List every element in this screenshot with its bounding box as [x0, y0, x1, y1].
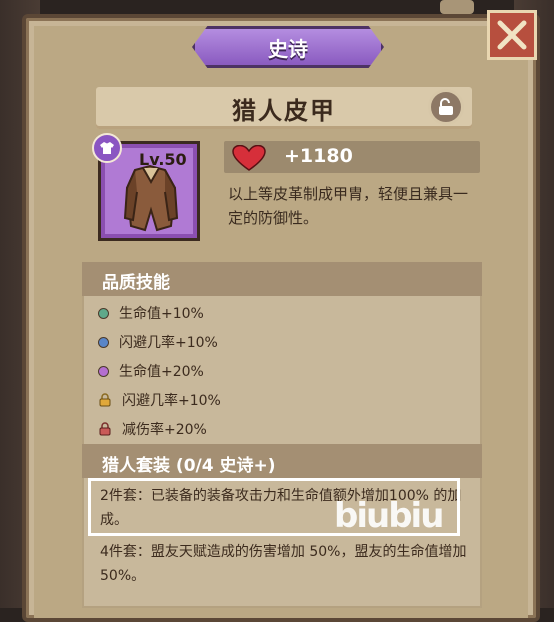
green-dot-icon [98, 307, 109, 319]
skill-label: 生命值+10% [119, 306, 204, 322]
skill-label: 闪避几率+10% [119, 335, 218, 351]
unlock-icon [439, 98, 453, 115]
skill-row: 闪避几率+10% [98, 331, 218, 353]
skill-label: 生命值+20% [119, 364, 204, 380]
watermark: biubiu [334, 496, 444, 536]
rarity-label: 史诗 [268, 36, 308, 61]
rarity-banner: 史诗 [192, 26, 384, 68]
skill-row: 闪避几率+10% [98, 389, 221, 411]
lock-toggle-button[interactable] [428, 89, 464, 125]
decorative-tab [440, 0, 474, 14]
skill-row: 生命值+20% [98, 360, 204, 382]
purple-dot-icon [98, 365, 109, 377]
skill-row: 生命值+10% [98, 302, 204, 324]
gold-lock-icon [99, 393, 111, 407]
blue-dot-icon [98, 336, 109, 348]
set-bonus-4: 4件套：盟友天赋造成的伤害增加 50%，盟友的生命值增加 50%。 [100, 540, 472, 588]
skills-title: 品质技能 [102, 273, 170, 293]
item-name: 猎人皮甲 [232, 96, 336, 125]
stat-row: +1180 [224, 141, 480, 173]
shirt-icon [100, 142, 114, 154]
set-title: 猎人套装 (0/4 史诗+) [102, 456, 276, 476]
skill-label: 闪避几率+10% [122, 393, 221, 409]
stat-value: +1180 [284, 145, 353, 167]
set-bonus-label: 4件套： [100, 544, 151, 560]
red-lock-icon [99, 422, 111, 436]
set-bonus-text: 盟友天赋造成的伤害增加 50%，盟友的生命值增加 50%。 [100, 544, 467, 584]
close-button[interactable] [487, 10, 537, 60]
item-description: 以上等皮革制成甲胄，轻便且兼具一定的防御性。 [228, 185, 469, 227]
close-icon [497, 20, 527, 50]
heart-icon [232, 145, 266, 171]
item-title-bar: 猎人皮甲 [96, 87, 472, 129]
skill-row: 减伤率+20% [98, 418, 207, 440]
item-level: Lv.50 [139, 150, 187, 169]
equipment-slot-badge [92, 133, 122, 163]
skill-label: 减伤率+20% [122, 422, 207, 438]
